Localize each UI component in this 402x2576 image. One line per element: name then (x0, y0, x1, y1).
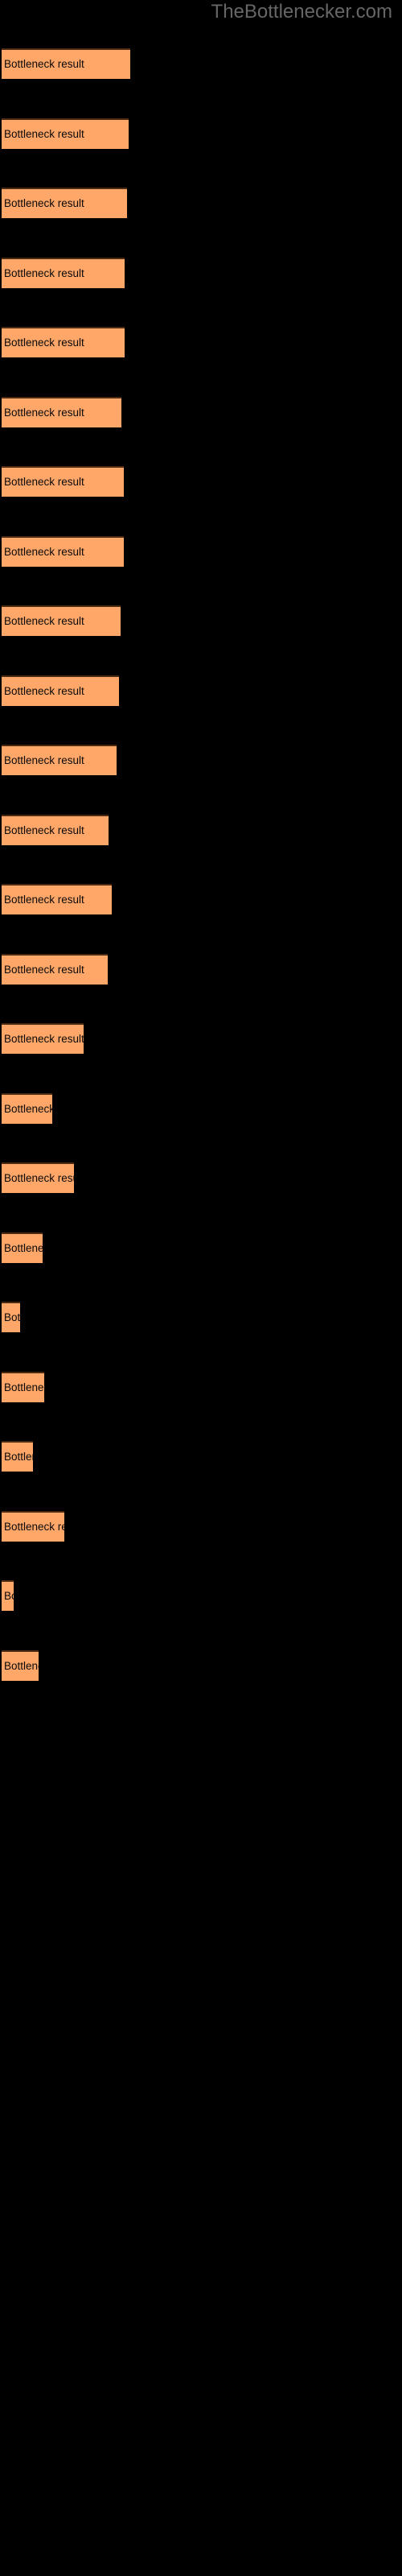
bar[interactable]: Bottleneck result (2, 397, 121, 427)
bar-label: Bottleneck result (4, 824, 84, 836)
bar-label: Bottleneck result (4, 894, 84, 906)
bottleneck-bar-chart: Bottleneck result Bottleneck result Bottle… (0, 0, 402, 1771)
bar[interactable]: Bottleneck result (2, 605, 121, 636)
bar[interactable]: Bottleneck result (2, 1441, 33, 1472)
bar[interactable]: Bottleneck result (2, 48, 130, 79)
bar-label: Bottleneck result (4, 685, 84, 697)
bar-row: Bottleneck result (0, 1023, 402, 1054)
bar[interactable]: Bottleneck result (2, 954, 108, 985)
bar[interactable]: Bottleneck result (2, 1093, 52, 1124)
bar-row: Bottleneck result (0, 1511, 402, 1542)
bar-row: Bottleneck result (0, 48, 402, 79)
bar[interactable]: Bottleneck result (2, 1580, 14, 1611)
bar[interactable]: Bottleneck result (2, 258, 125, 288)
bar[interactable]: Bottleneck result (2, 1372, 44, 1402)
bar[interactable]: Bottleneck result (2, 1511, 64, 1542)
bar[interactable]: Bottleneck result (2, 466, 124, 497)
bar-row: Bottleneck result (0, 745, 402, 775)
bar-row: Bottleneck result (0, 118, 402, 149)
bar[interactable]: Bottleneck result (2, 815, 109, 845)
bar[interactable]: Bottleneck result (2, 327, 125, 357)
bar-row: Bottleneck result (0, 884, 402, 914)
bar-row: Bottleneck result (0, 258, 402, 288)
bar-row: Bottleneck result (0, 1441, 402, 1472)
bar[interactable]: Bottleneck result (2, 1302, 20, 1332)
bar-label: Bottleneck result (4, 267, 84, 279)
bar-label: Bottleneck result (4, 1381, 44, 1393)
bar-label: Bottleneck result (4, 1033, 84, 1045)
bar-label: Bottleneck result (4, 1103, 52, 1115)
bar-row: Bottleneck result (0, 1093, 402, 1124)
bar-row: Bottleneck result (0, 815, 402, 845)
bar-label: Bottleneck result (4, 1521, 64, 1533)
bar-label: Bottleneck result (4, 1590, 14, 1602)
bar-label: Bottleneck result (4, 1660, 39, 1672)
bar-label: Bottleneck result (4, 1242, 43, 1254)
bar-label: Bottleneck result (4, 1172, 74, 1184)
bar-label: Bottleneck result (4, 197, 84, 209)
bar-row: Bottleneck result (0, 954, 402, 985)
bar-row: Bottleneck result (0, 327, 402, 357)
bar[interactable]: Bottleneck result (2, 1023, 84, 1054)
bar[interactable]: Bottleneck result (2, 118, 129, 149)
bar-label: Bottleneck result (4, 476, 84, 488)
bar-label: Bottleneck result (4, 1451, 33, 1463)
bar-label: Bottleneck result (4, 407, 84, 419)
bar-row: Bottleneck result (0, 188, 402, 218)
bar-label: Bottleneck result (4, 128, 84, 140)
bar[interactable]: Bottleneck result (2, 1650, 39, 1681)
bar[interactable]: Bottleneck result (2, 1162, 74, 1193)
bar[interactable]: Bottleneck result (2, 884, 112, 914)
bar-label: Bottleneck result (4, 615, 84, 627)
bar-row: Bottleneck result (0, 536, 402, 567)
bar-label: Bottleneck result (4, 754, 84, 766)
bar[interactable]: Bottleneck result (2, 188, 127, 218)
bar-row: Bottleneck result (0, 675, 402, 706)
bar-row: Bottleneck result (0, 1162, 402, 1193)
bar-row: Bottleneck result (0, 605, 402, 636)
bar-row: Bottleneck result (0, 1302, 402, 1332)
bar[interactable]: Bottleneck result (2, 1232, 43, 1263)
bar[interactable]: Bottleneck result (2, 745, 117, 775)
bar-label: Bottleneck result (4, 58, 84, 70)
bar[interactable]: Bottleneck result (2, 536, 124, 567)
bar-row: Bottleneck result (0, 1650, 402, 1681)
bar-label: Bottleneck result (4, 336, 84, 349)
bar-label: Bottleneck result (4, 546, 84, 558)
bar-row: Bottleneck result (0, 397, 402, 427)
bar[interactable]: Bottleneck result (2, 675, 119, 706)
bar-row: Bottleneck result (0, 466, 402, 497)
bar-label: Bottleneck result (4, 964, 84, 976)
bar-row: Bottleneck result (0, 1232, 402, 1263)
bar-row: Bottleneck result (0, 1580, 402, 1611)
bar-row: Bottleneck result (0, 1372, 402, 1402)
bar-label: Bottleneck result (4, 1311, 20, 1323)
